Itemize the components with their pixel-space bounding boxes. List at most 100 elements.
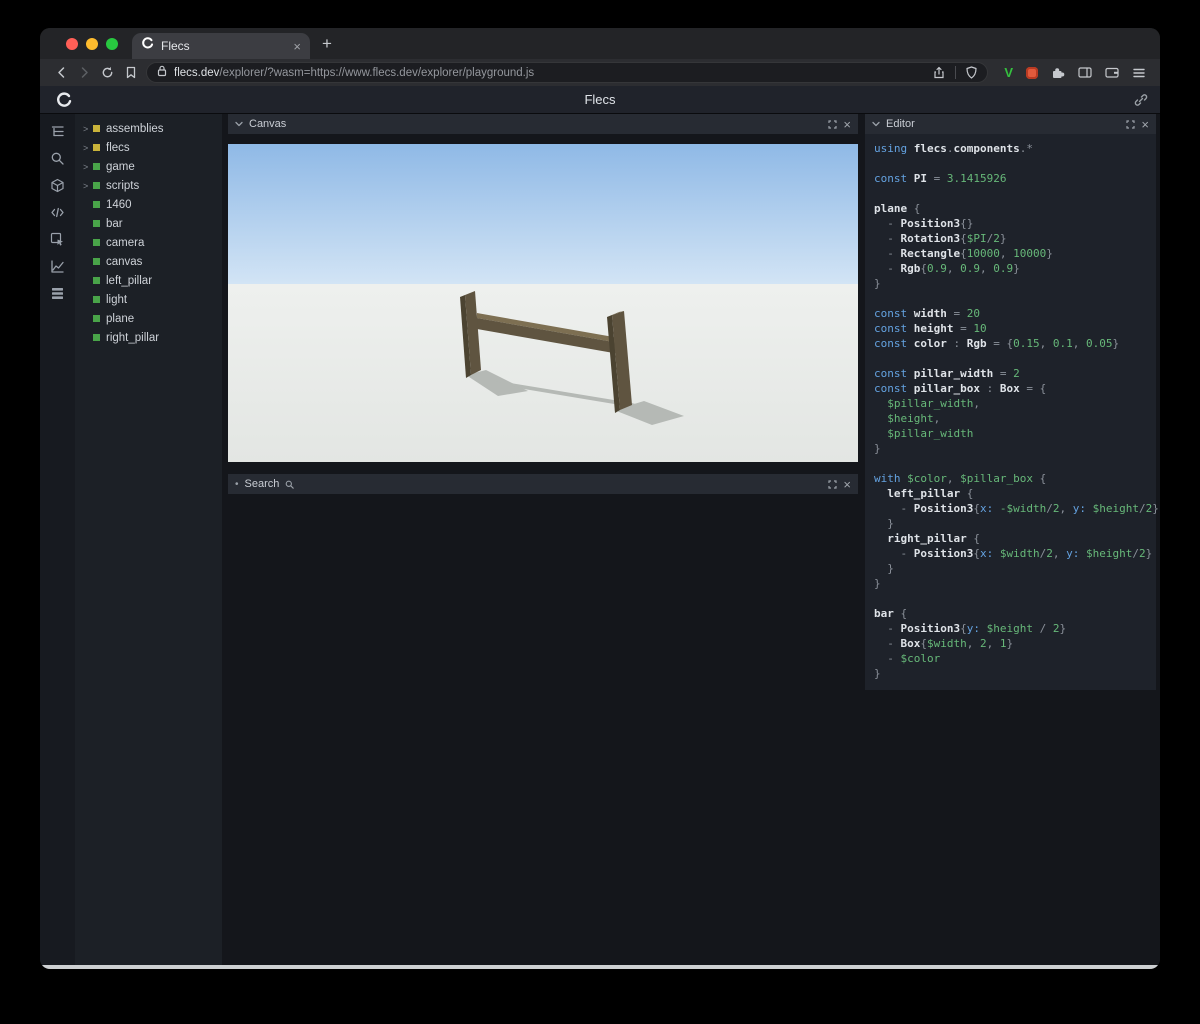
tree-item-camera[interactable]: camera bbox=[75, 233, 222, 252]
menu-icon[interactable] bbox=[1132, 67, 1146, 79]
window-bottom-edge bbox=[40, 965, 1160, 969]
entity-color-swatch bbox=[93, 315, 100, 322]
editor-panel-title: Editor bbox=[886, 118, 915, 130]
entity-label: bar bbox=[106, 217, 123, 230]
wallet-icon[interactable] bbox=[1105, 66, 1119, 79]
flecs-explorer-app: Flecs > assemblies > flecs > game > scri… bbox=[40, 86, 1160, 969]
fullscreen-icon[interactable] bbox=[828, 119, 838, 129]
lock-icon bbox=[157, 65, 167, 80]
code-line: - Position3{} bbox=[874, 217, 974, 230]
fullscreen-icon[interactable] bbox=[828, 479, 838, 489]
canvas-3d-viewport[interactable] bbox=[228, 134, 858, 462]
close-icon[interactable]: × bbox=[1141, 118, 1149, 131]
entity-label: game bbox=[106, 160, 135, 173]
data-rows-icon[interactable] bbox=[50, 285, 66, 301]
expander-icon[interactable]: > bbox=[83, 124, 93, 134]
app-body: > assemblies > flecs > game > scripts 1460 bar cam… bbox=[40, 114, 1160, 965]
tree-item-game[interactable]: > game bbox=[75, 157, 222, 176]
entity-tree-icon[interactable] bbox=[50, 123, 66, 139]
extensions-puzzle-icon[interactable] bbox=[1051, 66, 1065, 80]
forward-button[interactable] bbox=[73, 66, 96, 79]
fullscreen-window-button[interactable] bbox=[106, 37, 118, 50]
app-header: Flecs bbox=[40, 86, 1160, 114]
entity-label: canvas bbox=[106, 255, 143, 268]
tree-item-flecs[interactable]: > flecs bbox=[75, 138, 222, 157]
collapse-chevron-icon[interactable] bbox=[872, 121, 880, 127]
code-line: left_pillar { bbox=[874, 487, 974, 500]
tree-item-plane[interactable]: plane bbox=[75, 309, 222, 328]
components-cube-icon[interactable] bbox=[50, 177, 66, 193]
code-line: const height = 10 bbox=[874, 322, 987, 335]
minimize-window-button[interactable] bbox=[86, 37, 98, 50]
sidebar-toggle-icon[interactable] bbox=[1078, 66, 1092, 79]
url-path: /explorer/?wasm=https://www.flecs.dev/ex… bbox=[219, 66, 535, 79]
code-line: plane { bbox=[874, 202, 921, 215]
editor-code[interactable]: using flecs.components.* const PI = 3.14… bbox=[865, 134, 1159, 690]
code-line: $pillar_width bbox=[874, 427, 974, 440]
inspect-icon[interactable] bbox=[50, 231, 66, 247]
fullscreen-icon[interactable] bbox=[1126, 119, 1136, 129]
vue-devtools-extension-icon[interactable]: V bbox=[1004, 66, 1013, 79]
search-icon[interactable] bbox=[50, 150, 66, 166]
browser-tab-flecs[interactable]: Flecs × bbox=[132, 33, 310, 59]
share-link-icon[interactable] bbox=[1134, 93, 1148, 112]
code-line: $height, bbox=[874, 412, 941, 425]
chart-icon[interactable] bbox=[50, 258, 66, 274]
entity-tree: > assemblies > flecs > game > scripts 1460 bar cam… bbox=[75, 114, 222, 965]
entity-label: left_pillar bbox=[106, 274, 153, 287]
code-line: - Position3{x: -$width/2, y: $height/2} bbox=[874, 502, 1159, 515]
tree-item-bar[interactable]: bar bbox=[75, 214, 222, 233]
code-line: } bbox=[874, 277, 881, 290]
entity-color-swatch bbox=[93, 239, 100, 246]
tree-item-1460[interactable]: 1460 bbox=[75, 195, 222, 214]
expander-icon[interactable]: > bbox=[83, 162, 93, 172]
bookmark-sidebar-icon[interactable] bbox=[119, 66, 142, 79]
code-line: } bbox=[874, 442, 881, 455]
code-line: const pillar_width = 2 bbox=[874, 367, 1020, 380]
tree-item-assemblies[interactable]: > assemblies bbox=[75, 119, 222, 138]
code-line: - Rectangle{10000, 10000} bbox=[874, 247, 1053, 260]
entity-color-swatch bbox=[93, 220, 100, 227]
tab-close-icon[interactable]: × bbox=[293, 40, 301, 53]
brave-shield-icon[interactable] bbox=[966, 66, 977, 79]
share-icon[interactable] bbox=[933, 66, 945, 79]
collapse-chevron-icon[interactable] bbox=[235, 121, 243, 127]
code-line: const color : Rgb = {0.15, 0.1, 0.05} bbox=[874, 337, 1120, 350]
code-line: - Rgb{0.9, 0.9, 0.9} bbox=[874, 262, 1020, 275]
flecs-favicon bbox=[141, 37, 154, 55]
close-window-button[interactable] bbox=[66, 37, 78, 50]
entity-color-swatch bbox=[93, 258, 100, 265]
reload-button[interactable] bbox=[96, 66, 119, 79]
close-icon[interactable]: × bbox=[843, 118, 851, 131]
new-tab-button[interactable]: + bbox=[322, 35, 332, 52]
3d-scene bbox=[228, 144, 858, 462]
tree-item-left_pillar[interactable]: left_pillar bbox=[75, 271, 222, 290]
address-bar[interactable]: flecs.dev/explorer/?wasm=https://www.fle… bbox=[146, 62, 989, 83]
back-button[interactable] bbox=[50, 66, 73, 79]
extension-area: V bbox=[996, 66, 1150, 80]
tree-item-light[interactable]: light bbox=[75, 290, 222, 309]
code-line: $pillar_width, bbox=[874, 397, 980, 410]
code-line: - Position3{x: $width/2, y: $height/2} bbox=[874, 547, 1153, 560]
code-line: with $color, $pillar_box { bbox=[874, 472, 1047, 485]
tree-item-scripts[interactable]: > scripts bbox=[75, 176, 222, 195]
url-host: flecs.dev bbox=[174, 66, 220, 79]
code-line: } bbox=[874, 667, 881, 680]
close-icon[interactable]: × bbox=[843, 478, 851, 491]
entity-label: plane bbox=[106, 312, 135, 325]
collapsed-bullet-icon[interactable]: • bbox=[235, 479, 239, 490]
expander-icon[interactable]: > bbox=[83, 143, 93, 153]
tree-item-right_pillar[interactable]: right_pillar bbox=[75, 328, 222, 347]
tab-bar: Flecs × + bbox=[40, 28, 1160, 59]
desktop-background: { "browser": { "tab_title": "Flecs", "ur… bbox=[0, 0, 1200, 1024]
expander-icon[interactable]: > bbox=[83, 181, 93, 191]
extension-icon-orange[interactable] bbox=[1026, 66, 1038, 79]
magnifier-icon bbox=[285, 480, 295, 489]
browser-toolbar: flecs.dev/explorer/?wasm=https://www.fle… bbox=[40, 59, 1160, 86]
editor-column: Editor × using flecs.components.* const … bbox=[865, 114, 1159, 965]
search-panel-title: Search bbox=[244, 478, 280, 490]
code-icon[interactable] bbox=[50, 204, 66, 220]
tree-item-canvas[interactable]: canvas bbox=[75, 252, 222, 271]
entity-color-swatch bbox=[93, 201, 100, 208]
